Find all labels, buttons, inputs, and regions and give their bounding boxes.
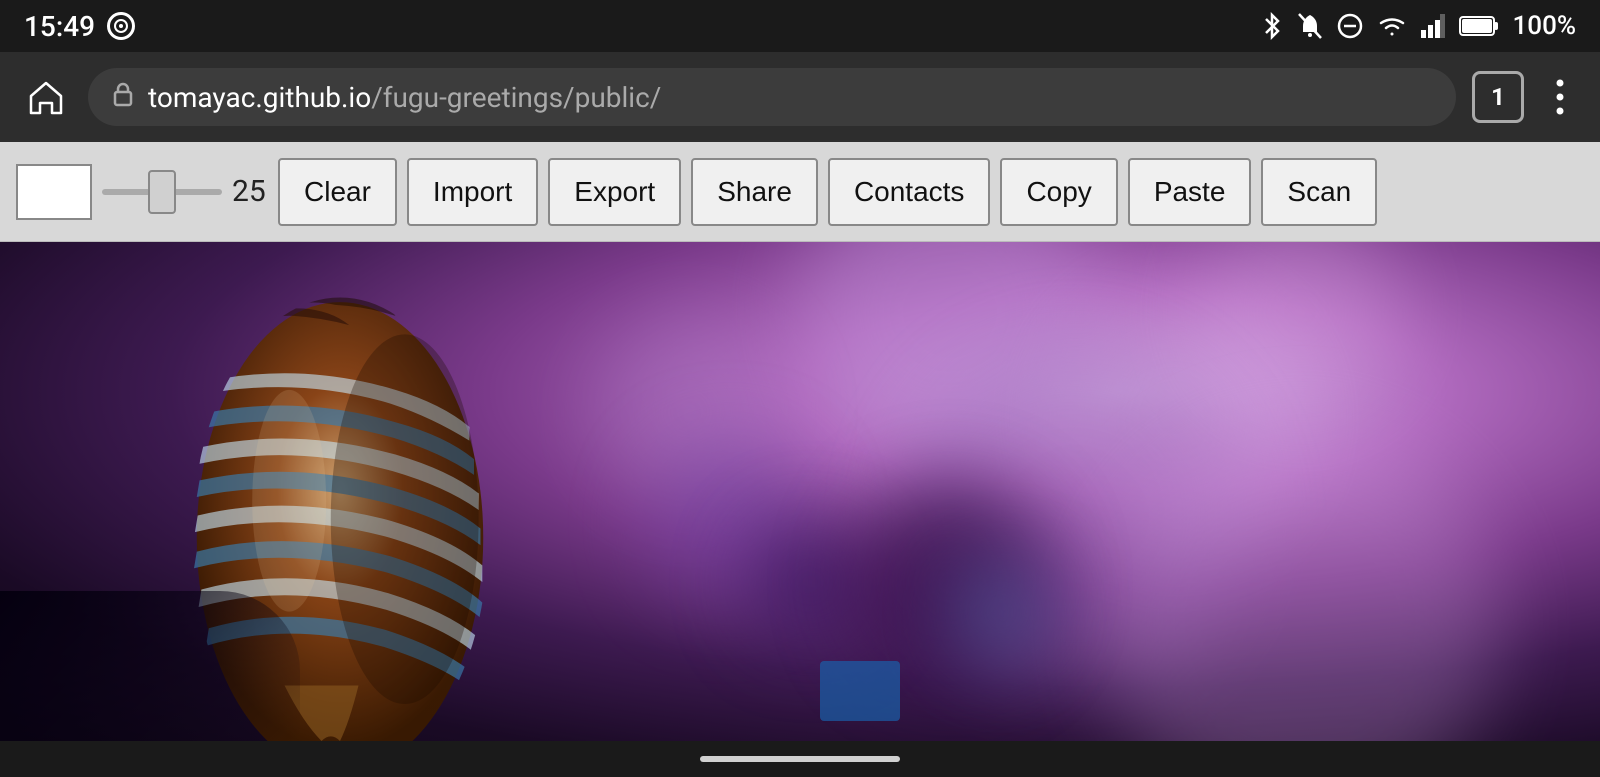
url-text: tomayac.github.io/fugu-greetings/public/: [148, 81, 1432, 114]
lock-icon: [112, 81, 134, 113]
export-button[interactable]: Export: [548, 158, 681, 226]
signal-icon: [1421, 14, 1445, 38]
import-button[interactable]: Import: [407, 158, 538, 226]
paste-button[interactable]: Paste: [1128, 158, 1252, 226]
dark-shadow: [0, 591, 300, 741]
copy-button[interactable]: Copy: [1000, 158, 1117, 226]
status-app-icon: [107, 12, 135, 40]
size-slider-track: [102, 189, 222, 195]
url-domain: tomayac.github.io: [148, 81, 371, 114]
bokeh-10: [950, 562, 1050, 662]
status-time: 15:49: [24, 10, 95, 43]
url-path: /fugu-greetings/public/: [371, 81, 661, 114]
wifi-icon: [1377, 14, 1407, 38]
browser-actions: 1: [1472, 71, 1580, 123]
size-slider-container: [102, 189, 222, 195]
size-slider-value: 25: [232, 174, 268, 209]
status-right: 100%: [1261, 11, 1576, 41]
canvas-area[interactable]: [0, 242, 1600, 741]
contacts-button[interactable]: Contacts: [828, 158, 991, 226]
battery-percentage: 100%: [1513, 11, 1576, 41]
tab-count-button[interactable]: 1: [1472, 71, 1524, 123]
home-indicator-bar-container: [0, 741, 1600, 777]
url-bar[interactable]: tomayac.github.io/fugu-greetings/public/: [88, 68, 1456, 126]
dnd-icon: [1337, 13, 1363, 39]
scan-button[interactable]: Scan: [1261, 158, 1377, 226]
home-button[interactable]: [20, 71, 72, 123]
underwater-scene: [0, 242, 1600, 741]
size-slider-thumb[interactable]: [148, 170, 176, 214]
battery-icon: [1459, 15, 1499, 37]
color-swatch[interactable]: [16, 164, 92, 220]
toolbar: 25 Clear Import Export Share Contacts Co…: [0, 142, 1600, 242]
status-bar: 15:49: [0, 0, 1600, 52]
clear-button[interactable]: Clear: [278, 158, 397, 226]
bluetooth-icon: [1261, 12, 1283, 40]
more-button[interactable]: [1540, 79, 1580, 115]
share-button[interactable]: Share: [691, 158, 818, 226]
notification-muted-icon: [1297, 12, 1323, 40]
blue-element: [820, 661, 900, 721]
home-indicator-bar: [700, 756, 900, 762]
status-left: 15:49: [24, 10, 135, 43]
address-bar: tomayac.github.io/fugu-greetings/public/…: [0, 52, 1600, 142]
